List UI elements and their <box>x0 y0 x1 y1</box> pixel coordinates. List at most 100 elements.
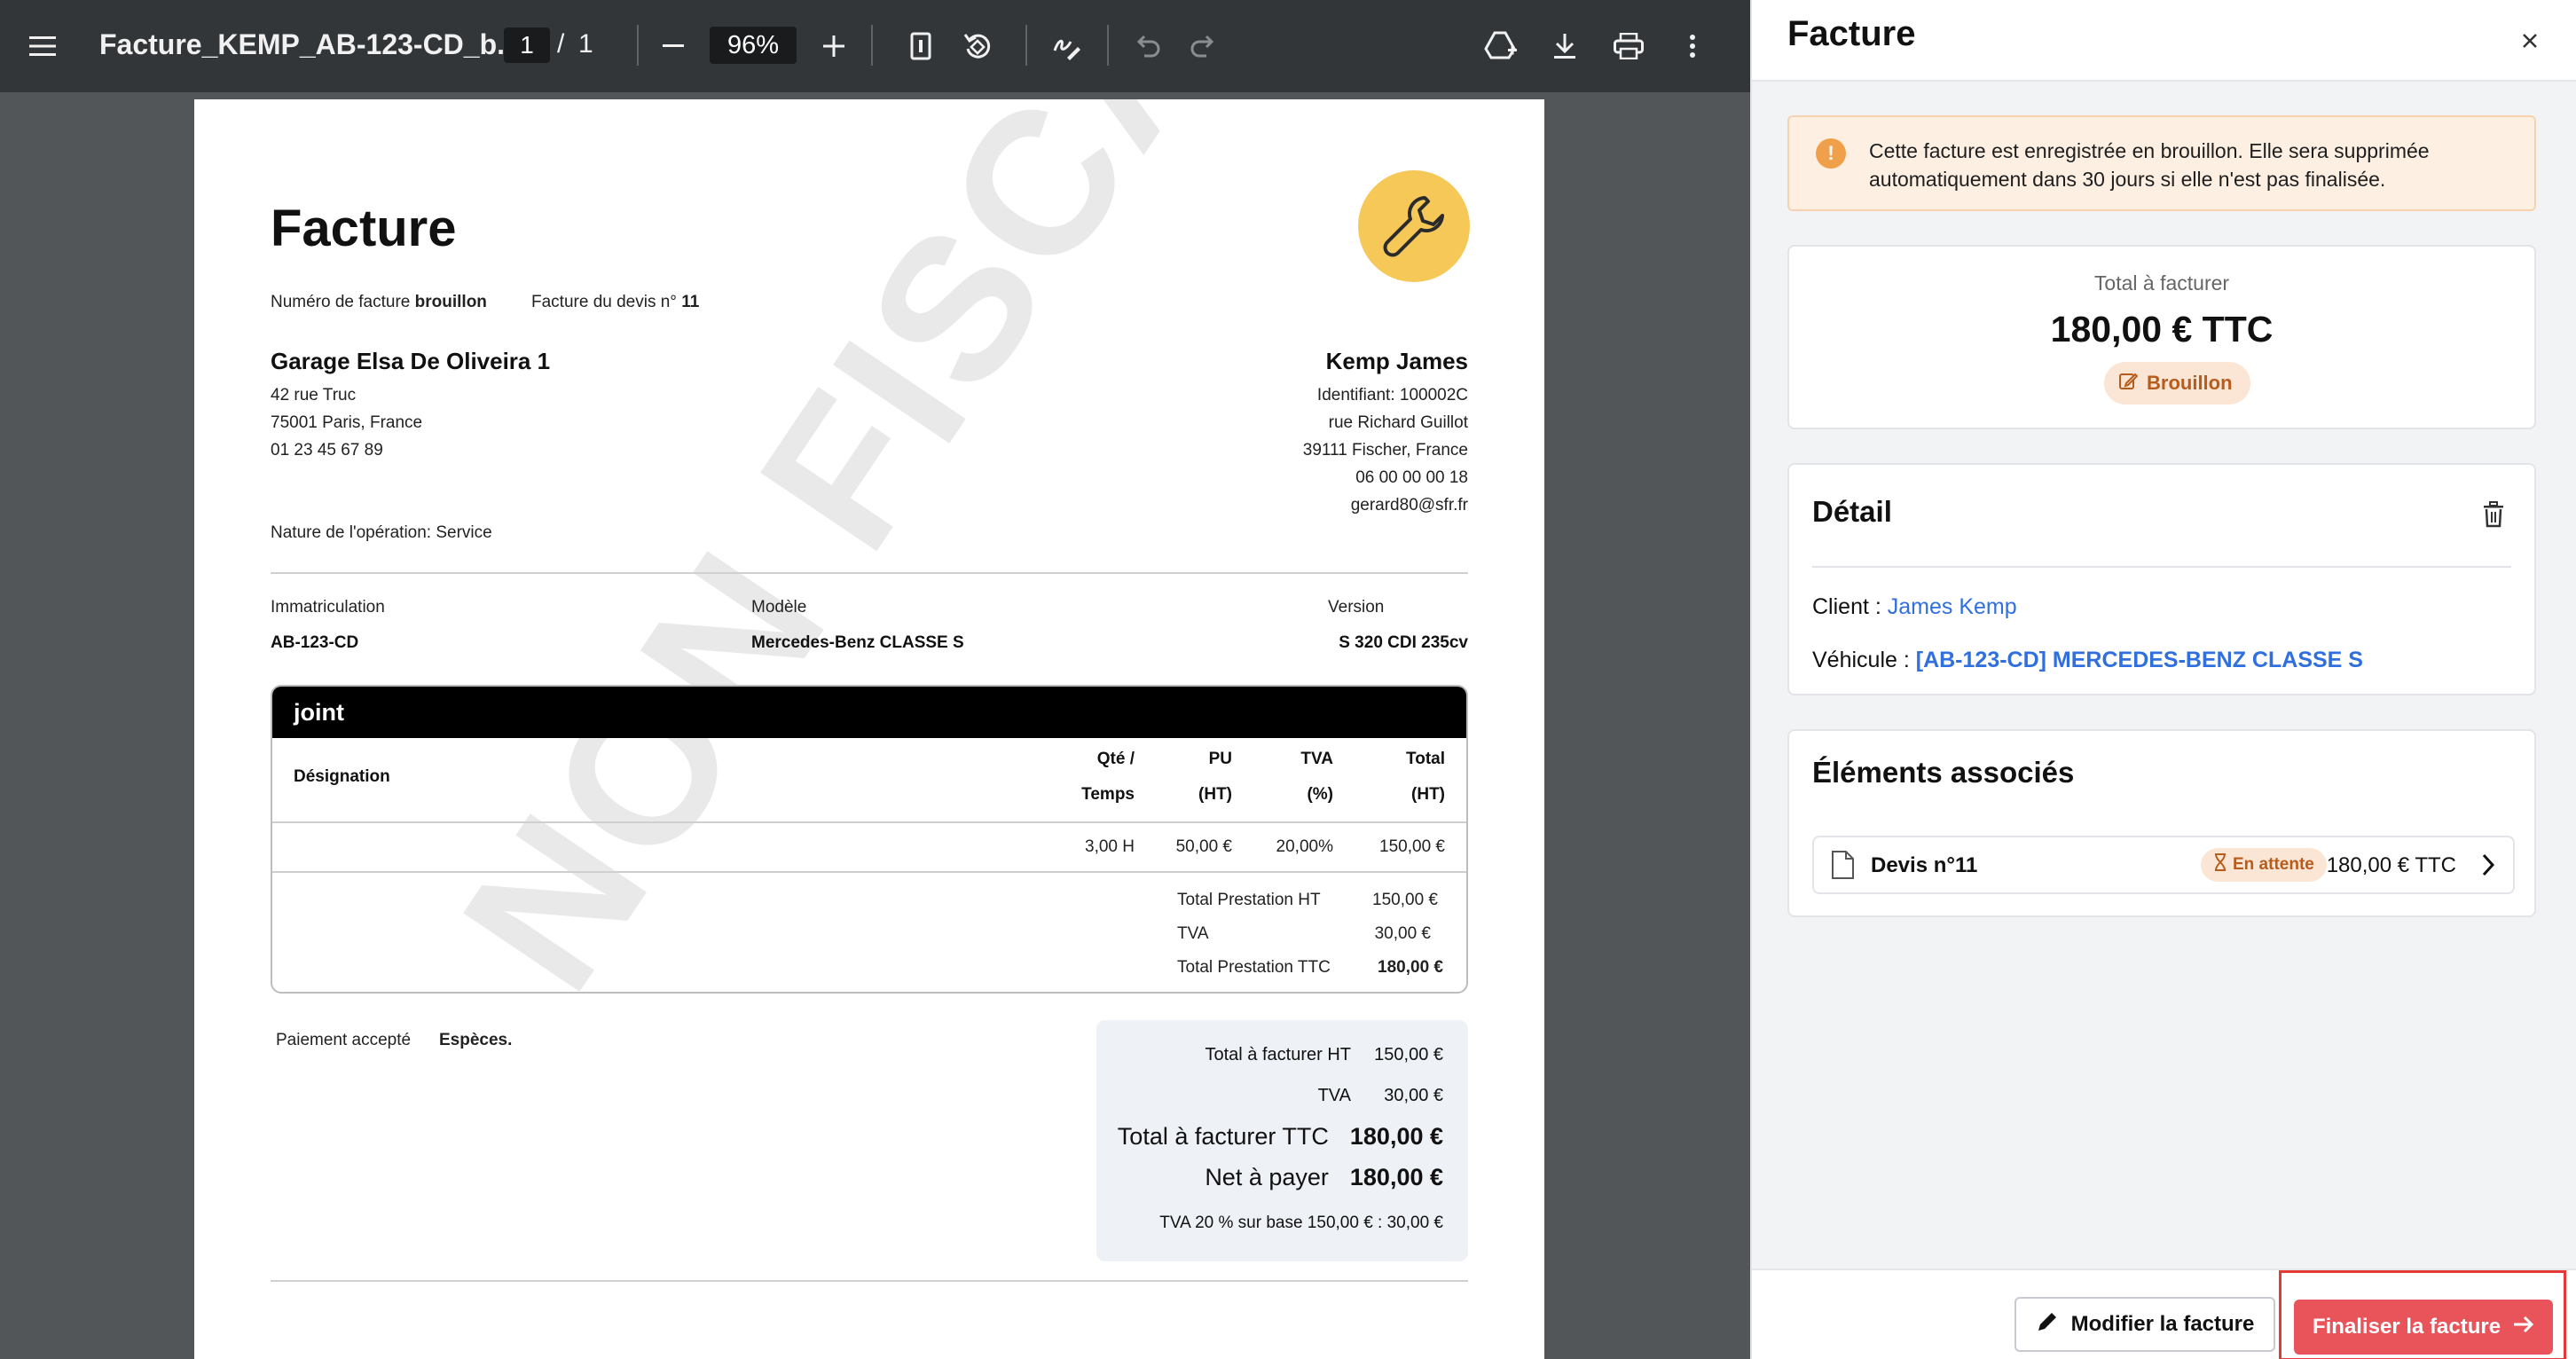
invoice-side-panel: Facture ! Cette facture est enregistrée … <box>1750 0 2576 1359</box>
document-title: Facture_KEMP_AB-123-CD_b... <box>99 28 521 60</box>
total-label: Total à facturer <box>2093 271 2230 295</box>
invoice-lines-table: joint Désignation Qté / Temps PU (HT) TV… <box>271 685 1468 994</box>
detail-vehicle: Véhicule : [AB-123-CD] MERCEDES-BENZ CLA… <box>1812 648 2363 672</box>
subtotal-value: 150,00 € <box>1372 891 1438 909</box>
total-ht-row: Total à facturer HT 150,00 € <box>1205 1045 1443 1064</box>
panel-header: Facture <box>1752 0 2576 82</box>
plate-label: Immatriculation <box>271 598 385 617</box>
more-options-icon[interactable] <box>1668 21 1717 71</box>
garage-address: 42 rue Truc 75001 Paris, France 01 23 45… <box>271 386 423 460</box>
plate-value: AB-123-CD <box>271 633 359 652</box>
model-label: Modèle <box>751 598 807 617</box>
page-separator: / <box>557 29 565 59</box>
toolbar-divider <box>1025 25 1027 66</box>
quote-status-badge: En attente <box>2201 848 2327 882</box>
edit-invoice-button[interactable]: Modifier la facture <box>2014 1297 2275 1352</box>
column-pu: PU (HT) <box>1198 750 1232 804</box>
close-icon[interactable] <box>2514 25 2546 57</box>
associated-items-card: Éléments associés Devis n°11 En attente … <box>1787 729 2536 917</box>
section-title: joint <box>272 687 1466 738</box>
pdf-viewer: Facture_KEMP_AB-123-CD_b... 1 / 1 96% NO… <box>0 0 1750 1359</box>
save-to-drive-icon[interactable] <box>1476 21 1526 71</box>
associated-items-title: Éléments associés <box>1812 756 2075 789</box>
pencil-icon <box>2036 1310 2059 1339</box>
quote-reference: Facture du devis n° 11 <box>531 293 700 311</box>
vehicle-link[interactable]: [AB-123-CD] MERCEDES-BENZ CLASSE S <box>1916 648 2363 672</box>
client-name: Kemp James <box>1325 348 1468 374</box>
page-number-input[interactable]: 1 <box>504 27 550 63</box>
detail-client: Client : James Kemp <box>1812 594 2017 619</box>
invoice-page: NON FISCAL Facture Numéro de facture bro… <box>194 99 1544 1359</box>
undo-icon[interactable] <box>1122 21 1172 71</box>
zoom-in-icon[interactable] <box>809 21 859 71</box>
column-designation: Désignation <box>294 767 390 786</box>
page-total: 1 <box>578 29 593 59</box>
tva-note: TVA 20 % sur base 150,00 € : 30,00 € <box>1159 1214 1443 1232</box>
subtotal-label: Total Prestation HT <box>1177 891 1321 909</box>
total-tva-row: TVA 30,00 € <box>1317 1086 1443 1105</box>
trash-icon[interactable] <box>2476 497 2511 532</box>
pdf-toolbar: Facture_KEMP_AB-123-CD_b... 1 / 1 96% <box>0 0 1750 92</box>
divider <box>1812 566 2511 568</box>
detail-card: Détail Client : James Kemp Véhicule : [A… <box>1787 463 2536 695</box>
redo-icon[interactable] <box>1179 21 1229 71</box>
invoice-number: Numéro de facture brouillon <box>271 293 487 311</box>
finalize-highlight: Finaliser la facture <box>2279 1270 2566 1359</box>
zoom-level-input[interactable]: 96% <box>710 27 797 64</box>
model-value: Mercedes-Benz CLASSE S <box>751 633 964 652</box>
divider <box>271 572 1468 574</box>
toolbar-divider <box>871 25 873 66</box>
toolbar-divider <box>637 25 639 66</box>
edit-note-icon <box>2118 371 2139 396</box>
invoice-title: Facture <box>271 200 457 257</box>
finalize-invoice-button[interactable]: Finaliser la facture <box>2294 1300 2553 1355</box>
hourglass-icon <box>2213 853 2227 876</box>
chevron-right-icon <box>2479 852 2497 883</box>
quote-amount: 180,00 € TTC <box>2326 853 2456 877</box>
total-card: Total à facturer 180,00 € TTC Brouillon <box>1787 245 2536 429</box>
annotate-icon[interactable] <box>1041 21 1091 71</box>
total-ttc-row: Total à facturer TTC 180,00 € <box>1117 1123 1443 1150</box>
fit-page-icon[interactable] <box>896 21 946 71</box>
payment-value: Espèces. <box>439 1031 513 1049</box>
line-pu: 50,00 € <box>1175 837 1232 856</box>
row-divider <box>272 821 1466 823</box>
payment-label: Paiement accepté <box>276 1031 412 1049</box>
document-icon <box>1830 850 1855 884</box>
download-icon[interactable] <box>1540 21 1590 71</box>
menu-icon[interactable] <box>18 21 67 71</box>
panel-footer: Modifier la facture Finaliser la facture <box>1752 1269 2576 1359</box>
client-address: Identifiant: 100002C rue Richard Guillot… <box>1302 386 1468 515</box>
operation-nature: Nature de l'opération: Service <box>271 523 492 542</box>
subtotal-label: TVA <box>1177 924 1209 943</box>
divider <box>271 1280 1468 1282</box>
associated-quote-item[interactable]: Devis n°11 En attente 180,00 € TTC <box>1812 836 2515 894</box>
column-tva: TVA (%) <box>1300 750 1333 804</box>
garage-name: Garage Elsa De Oliveira 1 <box>271 348 551 374</box>
subtotal-value: 30,00 € <box>1374 924 1431 943</box>
line-tva: 20,00% <box>1276 837 1333 856</box>
net-to-pay-row: Net à payer 180,00 € <box>1205 1164 1443 1190</box>
totals-box: Total à facturer HT 150,00 € TVA 30,00 €… <box>1096 1020 1468 1261</box>
panel-title: Facture <box>1787 14 1916 53</box>
row-divider <box>272 871 1466 873</box>
version-value: S 320 CDI 235cv <box>1339 633 1468 652</box>
column-total: Total (HT) <box>1406 750 1445 804</box>
zoom-out-icon[interactable] <box>648 21 698 71</box>
subtotal-label: Total Prestation TTC <box>1177 958 1331 977</box>
total-amount: 180,00 € TTC <box>2050 309 2274 350</box>
toolbar-divider <box>1107 25 1109 66</box>
detail-title: Détail <box>1812 495 1892 528</box>
subtotal-value: 180,00 € <box>1378 958 1443 977</box>
line-total: 150,00 € <box>1379 837 1445 856</box>
arrow-right-icon <box>2513 1315 2534 1339</box>
client-link[interactable]: James Kemp <box>1888 594 2017 619</box>
print-icon[interactable] <box>1604 21 1653 71</box>
column-qty: Qté / Temps <box>1081 750 1135 804</box>
alert-text: Cette facture est enregistrée en brouill… <box>1869 139 2430 191</box>
wrench-icon <box>1358 170 1470 282</box>
draft-alert: ! Cette facture est enregistrée en broui… <box>1787 115 2536 211</box>
version-label: Version <box>1328 598 1385 617</box>
warning-icon: ! <box>1816 138 1846 169</box>
rotate-icon[interactable] <box>953 21 1002 71</box>
